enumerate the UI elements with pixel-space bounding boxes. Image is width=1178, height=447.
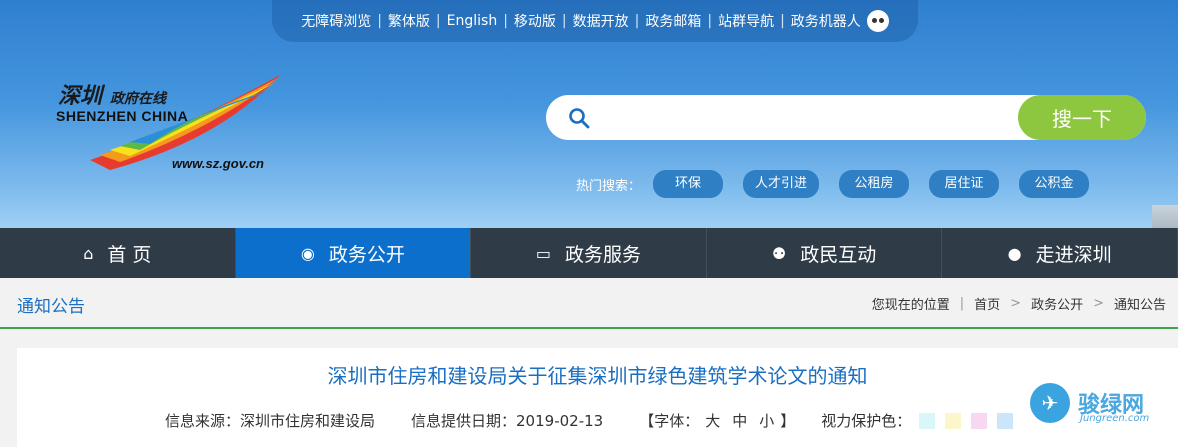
nav-about-shenzhen[interactable]: ● 走进深圳 <box>942 228 1178 278</box>
article-panel: 深圳市住房和建设局关于征集深圳市绿色建筑学术论文的通知 信息来源：深圳市住房和建… <box>17 348 1178 447</box>
eye-color-pink[interactable] <box>971 412 988 429</box>
search-button[interactable]: 搜一下 <box>1018 95 1146 140</box>
watermark-logo-icon: ✈ <box>1030 383 1070 423</box>
font-medium[interactable]: 中 <box>732 412 747 430</box>
skyline-decoration <box>1152 205 1178 228</box>
link-gov-mail[interactable]: 政务邮箱 <box>645 11 701 31</box>
link-gov-robot[interactable]: 政务机器人 <box>791 11 861 31</box>
section-header: 通知公告 您现在的位置 | 首页 > 政务公开 > 通知公告 <box>0 278 1178 329</box>
section-title: 通知公告 <box>17 297 85 317</box>
article-title: 深圳市住房和建设局关于征集深圳市绿色建筑学术论文的通知 <box>327 364 868 388</box>
link-accessibility[interactable]: 无障碍浏览 <box>301 11 371 31</box>
people-icon: ⚉ <box>771 243 787 263</box>
link-site-nav[interactable]: 站群导航 <box>718 11 774 31</box>
eye-color-cyan[interactable] <box>919 412 936 429</box>
monitor-icon: ▭ <box>535 243 552 263</box>
site-logo[interactable]: 深圳 政府在线 SHENZHEN CHINA www.sz.gov.cn <box>50 70 290 180</box>
search-box: 搜一下 <box>546 95 1146 140</box>
eye-color-yellow[interactable] <box>945 412 962 429</box>
search-icon[interactable] <box>568 107 590 129</box>
nav-interaction[interactable]: ⚉ 政民互动 <box>707 228 943 278</box>
nav-home[interactable]: ⌂ 首 页 <box>0 228 236 278</box>
chat-icon: ● <box>1007 243 1022 263</box>
font-size-control: 【字体：大中小】 <box>639 412 796 430</box>
hot-tag-environment[interactable]: 环保 <box>653 170 724 198</box>
robot-icon[interactable] <box>866 10 889 32</box>
main-nav: ⌂ 首 页 ◉ 政务公开 ▭ 政务服务 ⚉ 政民互动 ● 走进深圳 <box>0 228 1178 278</box>
link-traditional[interactable]: 繁体版 <box>388 11 430 31</box>
breadcrumb-notices[interactable]: 通知公告 <box>1114 294 1166 313</box>
watermark-url: Jungreen.com <box>1080 413 1150 424</box>
site-header: 无障碍浏览 | 繁体版 | English | 移动版 | 数据开放 | 政务邮… <box>0 0 1178 228</box>
hot-tag-talent[interactable]: 人才引进 <box>743 170 820 198</box>
logo-english: SHENZHEN CHINA <box>56 108 189 124</box>
hot-search-label: 热门搜索： <box>576 178 642 194</box>
link-mobile[interactable]: 移动版 <box>514 11 556 31</box>
hot-tag-housing-fund[interactable]: 公积金 <box>1019 170 1090 198</box>
logo-url: www.sz.gov.cn <box>172 156 264 171</box>
home-icon: ⌂ <box>83 243 94 263</box>
hot-tag-residence-permit[interactable]: 居住证 <box>929 170 1000 198</box>
font-small[interactable]: 小 <box>759 412 774 430</box>
eye-color-blue[interactable] <box>997 412 1014 429</box>
breadcrumb-gov-open[interactable]: 政务公开 <box>1031 294 1083 313</box>
font-large[interactable]: 大 <box>705 412 720 430</box>
link-english[interactable]: English <box>447 13 498 29</box>
search-input[interactable] <box>606 103 1006 133</box>
watermark: ✈ 骏绿网 Jungreen.com <box>1030 383 1149 424</box>
breadcrumb-home[interactable]: 首页 <box>974 294 1000 313</box>
article-source: 信息来源：深圳市住房和建设局 <box>165 412 376 430</box>
nav-gov-services[interactable]: ▭ 政务服务 <box>471 228 707 278</box>
news-icon: ◉ <box>300 243 315 263</box>
breadcrumb: 您现在的位置 | 首页 > 政务公开 > 通知公告 <box>871 294 1166 313</box>
eye-color-label: 视力保护色： <box>821 412 912 430</box>
logo-chinese: 深圳 政府在线 <box>58 83 167 109</box>
hot-search: 热门搜索： 环保 人才引进 公租房 居住证 公积金 <box>576 170 1109 198</box>
nav-gov-affairs-open[interactable]: ◉ 政务公开 <box>235 228 472 278</box>
breadcrumb-prefix: 您现在的位置 <box>871 298 950 313</box>
hot-tag-public-rental[interactable]: 公租房 <box>839 170 910 198</box>
article-date: 信息提供日期：2019-02-13 <box>411 412 604 430</box>
link-open-data[interactable]: 数据开放 <box>573 11 629 31</box>
article-meta: 信息来源：深圳市住房和建设局 信息提供日期：2019-02-13 【字体：大中小… <box>165 410 1023 431</box>
top-link-bar: 无障碍浏览 | 繁体版 | English | 移动版 | 数据开放 | 政务邮… <box>272 0 918 42</box>
